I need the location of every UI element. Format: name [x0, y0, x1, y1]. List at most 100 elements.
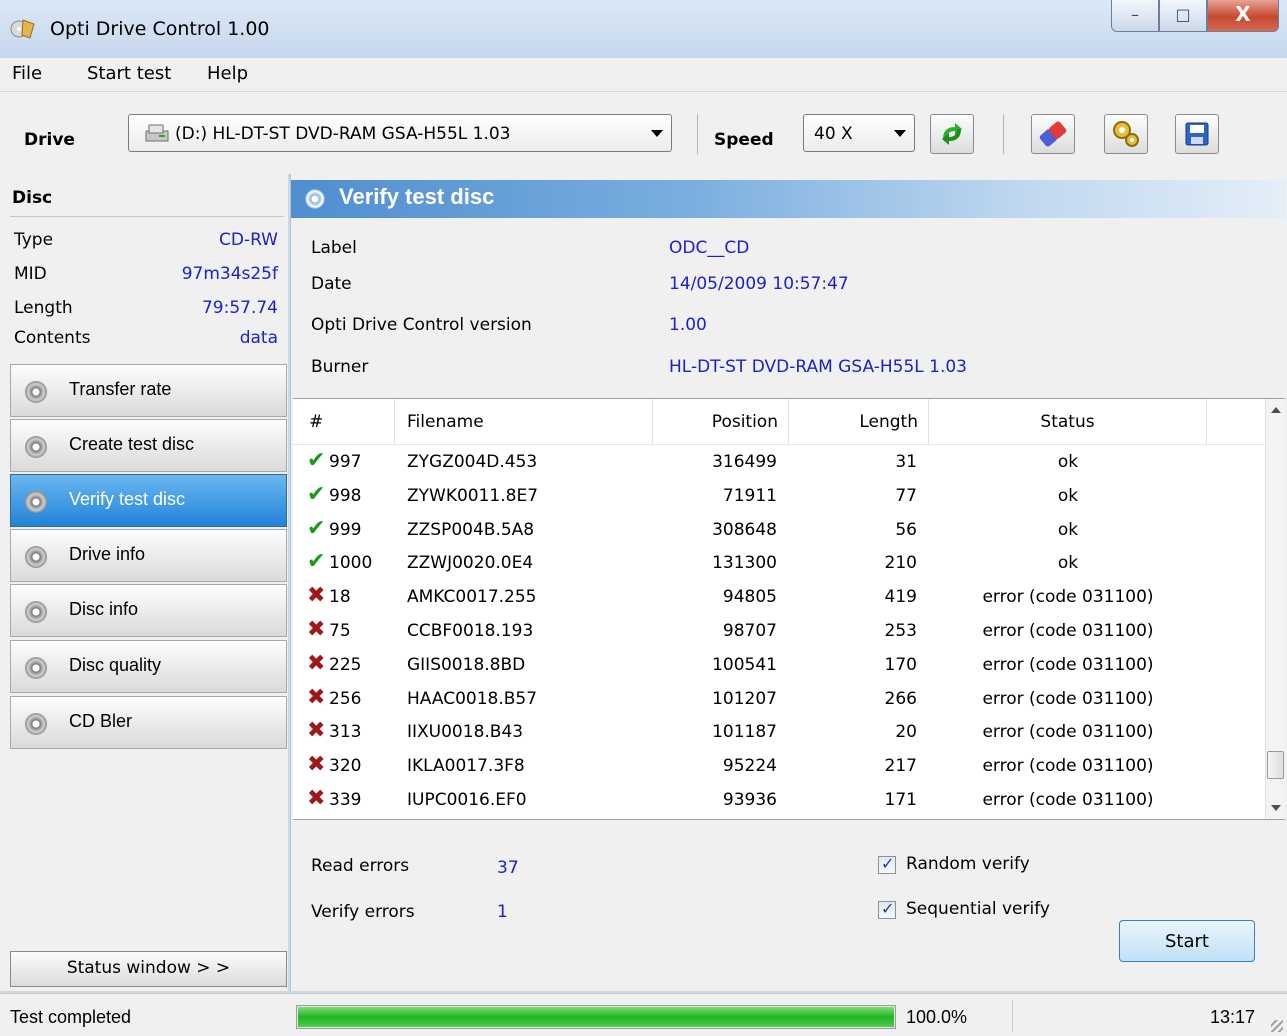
nav-verify-test-disc[interactable]: Verify test disc — [10, 474, 287, 527]
col-header-filename[interactable]: Filename — [395, 399, 653, 445]
row-position: 71911 — [722, 485, 777, 506]
col-header-status[interactable]: Status — [929, 399, 1207, 445]
close-button[interactable]: X — [1207, 0, 1279, 32]
disc-contents-row: Contents data — [14, 328, 278, 358]
info-label-key: Label — [311, 238, 357, 258]
row-number: ✖ 225 — [307, 652, 397, 675]
minimize-icon: – — [1131, 5, 1139, 24]
row-status: ok — [1057, 553, 1079, 574]
row-position: 100541 — [712, 654, 777, 675]
error-cross-icon: ✖ — [307, 718, 326, 744]
progress-fill — [298, 1007, 894, 1027]
disc-icon — [25, 657, 47, 679]
disc-type-row: Type CD-RW — [14, 230, 278, 260]
row-filename: ZYGZ004D.453 — [407, 452, 538, 472]
info-version-key: Opti Drive Control version — [311, 315, 532, 335]
nav-label: Verify test disc — [69, 489, 186, 509]
verify-errors-label: Verify errors — [311, 902, 415, 922]
menu-start-test[interactable]: Start test — [87, 63, 171, 84]
ok-check-icon: ✔ — [307, 448, 326, 473]
table-row[interactable]: ✔ 1000 ZZWJ0020.0E4 131300 210 ok — [293, 548, 1245, 582]
menu-file[interactable]: File — [12, 63, 42, 84]
scroll-up-icon[interactable] — [1271, 407, 1281, 413]
table-header: # Filename Position Length Status — [293, 399, 1265, 445]
table-row[interactable]: ✔ 998 ZYWK0011.8E7 71911 77 ok — [293, 481, 1245, 515]
maximize-icon: □ — [1175, 5, 1191, 24]
table-row[interactable]: ✖ 339 IUPC0016.EF0 93936 171 error (code 0311… — [293, 785, 1245, 819]
nav-disc-info[interactable]: Disc info — [10, 584, 287, 637]
row-length: 171 — [884, 790, 917, 810]
save-icon — [1185, 122, 1209, 146]
random-verify-checkbox[interactable]: ✓ — [878, 854, 896, 874]
nav-label: Drive info — [69, 544, 146, 564]
table-row[interactable]: ✖ 18 AMKC0017.255 94805 419 error (code 03110… — [293, 582, 1245, 616]
start-button[interactable]: Start — [1119, 920, 1255, 962]
row-number: ✔ 998 — [307, 483, 397, 506]
drive-icon — [145, 124, 169, 142]
table-row[interactable]: ✖ 313 IIXU0018.B43 101187 20 error (code 0311… — [293, 717, 1245, 751]
row-number-text: 339 — [329, 790, 362, 810]
row-length: 419 — [884, 587, 917, 608]
nav-create-test-disc[interactable]: Create test disc — [10, 419, 287, 472]
drive-select[interactable]: (D:) HL-DT-ST DVD-RAM GSA-H55L 1.03 — [128, 114, 672, 152]
row-number-text: 256 — [329, 688, 362, 709]
disc-contents-value: data — [239, 328, 278, 348]
scroll-thumb[interactable] — [1267, 751, 1284, 779]
scroll-down-icon[interactable] — [1271, 805, 1281, 811]
nav-cd-bler[interactable]: CD Bler — [10, 696, 287, 749]
status-bar: Test completed 100.0% 13:17 — [0, 993, 1287, 1036]
info-date-value: 14/05/2009 10:57:47 — [669, 274, 849, 294]
disc-icon — [305, 189, 325, 209]
main-panel: Verify test disc Label ODC__CD Date 14/0… — [290, 174, 1287, 991]
ok-check-icon: ✔ — [307, 549, 326, 575]
refresh-button[interactable] — [930, 114, 974, 154]
nav-transfer-rate[interactable]: Transfer rate — [10, 364, 287, 417]
divider — [1012, 1000, 1013, 1032]
row-position: 98707 — [722, 621, 777, 641]
gears-icon — [1113, 121, 1139, 147]
row-length: 56 — [895, 519, 917, 540]
row-status: ok — [1057, 519, 1079, 540]
row-number: ✔ 997 — [307, 448, 397, 473]
row-length: 266 — [884, 688, 917, 709]
divider — [10, 216, 284, 217]
table-row[interactable]: ✔ 999 ZZSP004B.5A8 308648 56 ok — [293, 515, 1245, 549]
eraser-icon — [1039, 121, 1067, 147]
save-button[interactable] — [1175, 114, 1219, 154]
disc-icon — [25, 491, 47, 513]
menu-help[interactable]: Help — [207, 63, 248, 84]
row-number-text: 18 — [329, 587, 351, 608]
row-filename: ZZSP004B.5A8 — [407, 519, 535, 540]
col-header-number[interactable]: # — [293, 399, 395, 445]
table-row[interactable]: ✔ 997 ZYGZ004D.453 316499 31 ok — [293, 447, 1245, 481]
minimize-button[interactable]: – — [1111, 0, 1159, 32]
status-window-button[interactable]: Status window > > — [10, 951, 287, 987]
row-length: 31 — [895, 452, 917, 472]
left-panel: Disc Type CD-RW MID 97m34s25f Length 79:… — [0, 174, 288, 991]
table-row[interactable]: ✖ 225 GIIS0018.8BD 100541 170 error (code 031… — [293, 650, 1245, 684]
window-title: Opti Drive Control 1.00 — [50, 18, 270, 40]
sequential-verify-checkbox[interactable]: ✓ — [878, 899, 896, 919]
progress-percent: 100.0% — [906, 1007, 968, 1027]
col-header-length[interactable]: Length — [789, 399, 929, 445]
nav-drive-info[interactable]: Drive info — [10, 529, 287, 582]
row-filename: GIIS0018.8BD — [407, 654, 526, 675]
dropdown-arrow-icon — [894, 130, 906, 137]
table-row[interactable]: ✖ 75 CCBF0018.193 98707 253 error (code 03110… — [293, 616, 1245, 650]
disc-type-value: CD-RW — [218, 230, 278, 250]
table-row[interactable]: ✖ 256 HAAC0018.B57 101207 266 error (code 031… — [293, 684, 1245, 718]
error-cross-icon: ✖ — [307, 684, 326, 710]
table-scrollbar[interactable] — [1265, 399, 1285, 819]
panel-header: Verify test disc — [291, 180, 1286, 218]
row-position: 101207 — [712, 688, 777, 709]
erase-button[interactable] — [1031, 114, 1075, 154]
disc-length-value: 79:57.74 — [201, 298, 278, 318]
nav-disc-quality[interactable]: Disc quality — [10, 640, 287, 693]
row-number-text: 75 — [329, 621, 351, 641]
col-header-position[interactable]: Position — [653, 399, 789, 445]
resize-grip-icon[interactable] — [1271, 1020, 1283, 1032]
speed-select[interactable]: 40 X — [803, 114, 915, 152]
maximize-button[interactable]: □ — [1159, 0, 1207, 32]
settings-button[interactable] — [1104, 114, 1148, 154]
table-row[interactable]: ✖ 320 IKLA0017.3F8 95224 217 error (code 0311… — [293, 751, 1245, 785]
